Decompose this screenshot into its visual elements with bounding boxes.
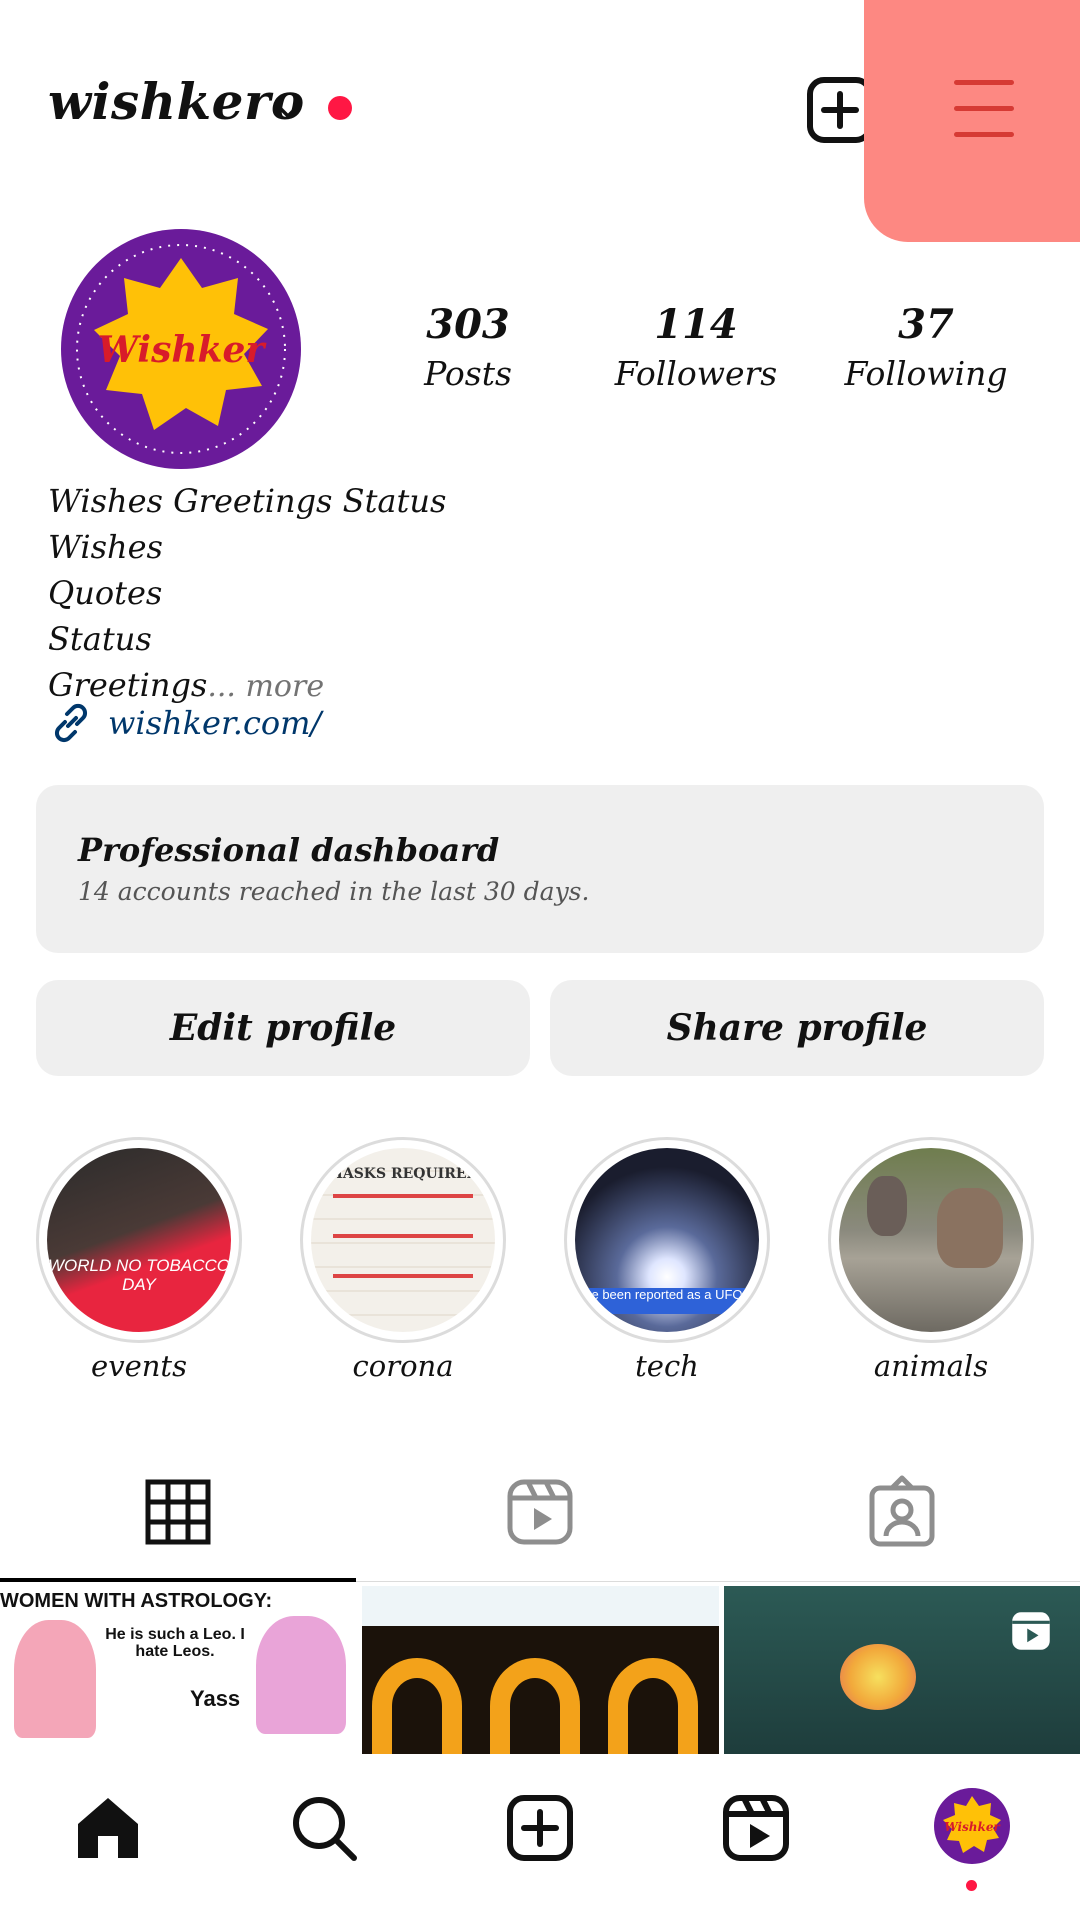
- grid-post[interactable]: WOMEN WITH ASTROLOGY: He is such a Leo. …: [0, 1586, 357, 1754]
- highlight-ring: WORLD NO TOBACCO DAY: [36, 1137, 242, 1343]
- hamburger-menu-icon-bar: [954, 106, 1014, 111]
- stat-label: Followers: [614, 354, 778, 393]
- highlight-cover: e been reported as a UFO: [575, 1148, 759, 1332]
- highlight-animals[interactable]: animals: [826, 1137, 1036, 1383]
- bio-line: Quotes: [48, 574, 163, 612]
- dashboard-subtitle: 14 accounts reached in the last 30 days.: [78, 877, 590, 906]
- edit-profile-button[interactable]: Edit profile: [36, 980, 530, 1076]
- cat-shape: [867, 1176, 907, 1236]
- stat-value: 303: [426, 301, 510, 348]
- hamburger-menu-icon-bar: [954, 132, 1014, 137]
- caption-line: [333, 1274, 473, 1278]
- profile-bio: Wishes Greetings Status Wishes Quotes St…: [48, 478, 446, 710]
- post-figure: [14, 1620, 96, 1738]
- reels-icon[interactable]: [718, 1790, 794, 1866]
- post-title: WOMEN WITH ASTROLOGY:: [0, 1590, 273, 1612]
- highlight-label: events: [91, 1349, 187, 1383]
- profile-link[interactable]: wishker.com/: [48, 700, 321, 746]
- highlight-label: corona: [352, 1349, 454, 1383]
- stat-label: Following: [844, 354, 1008, 393]
- post-figure: [256, 1616, 346, 1734]
- grid-tab-icon[interactable]: [138, 1472, 218, 1552]
- grid-post[interactable]: [724, 1586, 1080, 1754]
- reel-badge-icon: [1012, 1612, 1050, 1650]
- highlight-cover: [839, 1148, 1023, 1332]
- post-bubble: He is such a Leo. I hate Leos.: [105, 1626, 245, 1660]
- reels-tab-icon[interactable]: [500, 1472, 580, 1552]
- bio-line: Wishes Greetings Status: [48, 482, 447, 520]
- highlight-label: animals: [873, 1349, 989, 1383]
- bio-line: Wishes: [48, 528, 163, 566]
- stat-value: 114: [654, 301, 738, 348]
- stat-value: 37: [898, 301, 954, 348]
- highlight-caption: MASKS REQUIRED: [327, 1166, 479, 1182]
- bio-more-link[interactable]: ... more: [207, 669, 324, 704]
- dashboard-title: Professional dashboard: [78, 831, 500, 869]
- light-arch: [372, 1658, 462, 1754]
- highlight-ring: e been reported as a UFO: [564, 1137, 770, 1343]
- avatar-logo-text: Wishker: [98, 329, 268, 371]
- bio-line: Greetings: [48, 666, 208, 704]
- grid-post[interactable]: [362, 1586, 719, 1754]
- highlight-corona[interactable]: MASKS REQUIRED corona: [298, 1137, 508, 1383]
- search-icon[interactable]: [286, 1790, 362, 1866]
- cat-shape: [937, 1188, 1003, 1268]
- highlight-cover: MASKS REQUIRED: [311, 1148, 495, 1332]
- avatar-logo-text: Wishker: [944, 1820, 1001, 1834]
- hamburger-menu-button[interactable]: [864, 0, 1080, 242]
- profile-avatar[interactable]: Wishker: [58, 226, 304, 472]
- professional-dashboard-card[interactable]: Professional dashboard 14 accounts reach…: [36, 785, 1044, 953]
- light-arch: [608, 1658, 698, 1754]
- chevron-down-icon[interactable]: [270, 92, 306, 128]
- highlight-events[interactable]: WORLD NO TOBACCO DAY events: [34, 1137, 244, 1383]
- share-profile-button[interactable]: Share profile: [550, 980, 1044, 1076]
- caption-line: [333, 1234, 473, 1238]
- link-icon: [54, 703, 88, 743]
- highlight-ring: MASKS REQUIRED: [300, 1137, 506, 1343]
- stat-followers[interactable]: 114 Followers: [596, 300, 796, 398]
- stat-posts[interactable]: 303 Posts: [368, 300, 568, 398]
- active-tab-indicator: [0, 1578, 356, 1582]
- light-arch: [490, 1658, 580, 1754]
- profile-nav-avatar[interactable]: Wishker: [932, 1786, 1012, 1866]
- home-icon[interactable]: [70, 1790, 146, 1866]
- notification-dot: [328, 96, 352, 120]
- hamburger-menu-icon: [954, 80, 1014, 85]
- stat-following[interactable]: 37 Following: [826, 300, 1026, 398]
- profile-link-text[interactable]: wishker.com/: [108, 704, 321, 742]
- highlight-cover: WORLD NO TOBACCO DAY: [47, 1148, 231, 1332]
- create-post-icon[interactable]: [502, 1790, 578, 1866]
- post-reply: Yass: [190, 1686, 241, 1711]
- profile-notification-dot: [966, 1880, 977, 1891]
- highlight-caption: e been reported as a UFO: [575, 1288, 759, 1314]
- bio-line: Status: [48, 620, 152, 658]
- highlight-ring: [828, 1137, 1034, 1343]
- profile-username[interactable]: wishkero: [48, 72, 305, 131]
- highlight-tech[interactable]: e been reported as a UFO tech: [562, 1137, 772, 1383]
- tagged-tab-icon[interactable]: [862, 1472, 942, 1552]
- caption-line: [333, 1194, 473, 1198]
- highlight-caption: WORLD NO TOBACCO DAY: [48, 1256, 230, 1294]
- rose-shape: [840, 1644, 916, 1710]
- stat-label: Posts: [424, 354, 512, 393]
- highlight-label: tech: [635, 1349, 699, 1383]
